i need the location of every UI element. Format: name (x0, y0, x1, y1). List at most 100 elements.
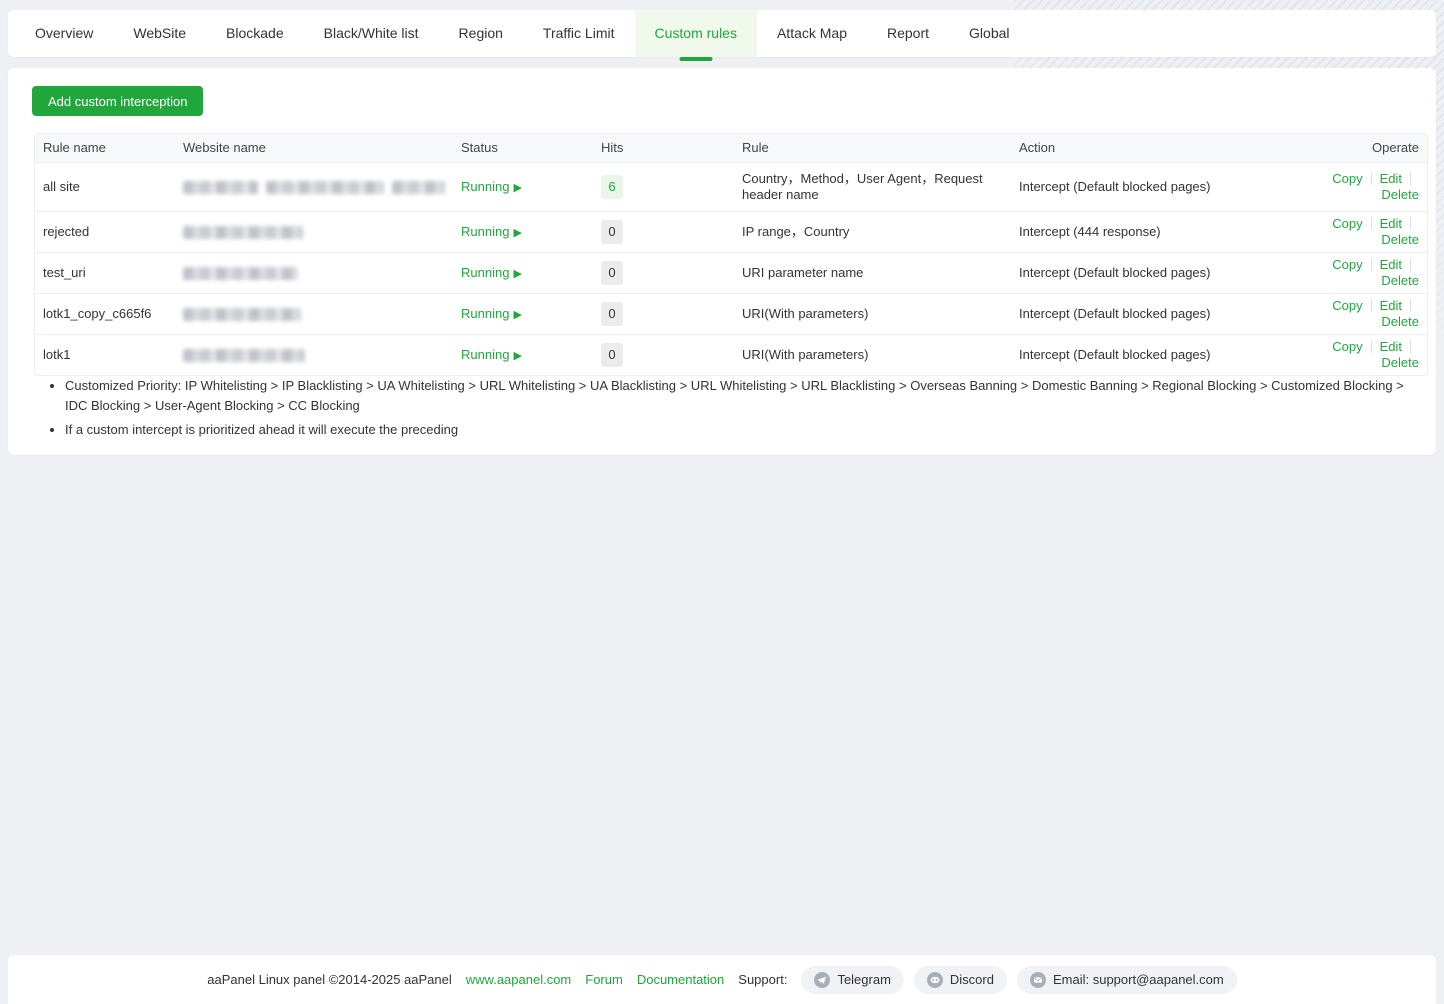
rule-name-cell: test_uri (35, 261, 175, 285)
priority-notes: Customized Priority: IP Whitelisting > I… (51, 376, 1411, 444)
footer-link-forum[interactable]: Forum (585, 972, 623, 987)
email-icon (1030, 972, 1046, 988)
status-cell: Running ▶ (453, 302, 593, 327)
tab-report[interactable]: Report (867, 10, 949, 57)
copy-link[interactable]: Copy (1332, 216, 1362, 231)
status-cell: Running ▶ (453, 220, 593, 245)
discord-button[interactable]: Discord (914, 966, 1007, 994)
status-running-label[interactable]: Running (461, 306, 509, 321)
tab-website[interactable]: WebSite (113, 10, 206, 57)
hits-cell: 6 (593, 171, 734, 203)
website-name-redacted (183, 308, 445, 321)
copy-link[interactable]: Copy (1332, 171, 1362, 186)
operate-separator (1410, 172, 1411, 185)
copy-link[interactable]: Copy (1332, 339, 1362, 354)
status-cell: Running ▶ (453, 261, 593, 286)
website-name-redacted (183, 226, 445, 239)
column-header-operate: Operate (1301, 136, 1427, 160)
tab-custom-rules-label: Custom rules (655, 25, 737, 41)
play-icon[interactable]: ▶ (513, 227, 521, 239)
note-custom-intercept: If a custom intercept is prioritized ahe… (65, 420, 1411, 440)
action-cell: Intercept (Default blocked pages) (1011, 302, 1301, 326)
tab-custom-rules[interactable]: Custom rules (635, 10, 757, 57)
operate-separator (1371, 340, 1372, 353)
operate-cell: Copy EditDelete (1301, 212, 1427, 252)
website-name-redacted (183, 181, 445, 194)
action-cell: Intercept (444 response) (1011, 220, 1301, 244)
edit-link[interactable]: Edit (1380, 298, 1402, 313)
rule-name-cell: rejected (35, 220, 175, 244)
status-cell: Running ▶ (453, 175, 593, 200)
telegram-button[interactable]: Telegram (801, 966, 903, 994)
rules-table-header: Rule name Website name Status Hits Rule … (35, 134, 1427, 163)
action-cell: Intercept (Default blocked pages) (1011, 261, 1301, 285)
footer-link-website[interactable]: www.aapanel.com (466, 972, 572, 987)
play-icon[interactable]: ▶ (513, 309, 521, 321)
edit-link[interactable]: Edit (1380, 171, 1402, 186)
note-customized-priority: Customized Priority: IP Whitelisting > I… (65, 376, 1411, 416)
operate-separator (1371, 217, 1372, 230)
copy-link[interactable]: Copy (1332, 298, 1362, 313)
website-name-cell (175, 177, 453, 198)
discord-label: Discord (950, 972, 994, 987)
tab-attack-map[interactable]: Attack Map (757, 10, 867, 57)
table-row: lotk1_copy_c665f6 Running ▶ 0 URI(With pa… (35, 294, 1427, 335)
table-row: rejected Running ▶ 0 IP range，Country Int… (35, 212, 1427, 253)
delete-link[interactable]: Delete (1381, 273, 1419, 288)
website-name-redacted (183, 267, 445, 280)
edit-link[interactable]: Edit (1380, 257, 1402, 272)
rule-cell: URI(With parameters) (734, 302, 1011, 326)
delete-link[interactable]: Delete (1381, 232, 1419, 247)
website-name-redacted (183, 349, 445, 362)
rule-cell: IP range，Country (734, 220, 1011, 244)
operate-cell: Copy EditDelete (1301, 253, 1427, 293)
rule-cell: URI(With parameters) (734, 343, 1011, 367)
top-tab-bar: Overview WebSite Blockade Black/White li… (8, 10, 1436, 57)
hits-badge: 0 (601, 302, 623, 326)
operate-separator (1410, 340, 1411, 353)
delete-link[interactable]: Delete (1381, 314, 1419, 329)
status-running-label[interactable]: Running (461, 347, 509, 362)
column-header-website-name: Website name (175, 136, 453, 160)
table-row: lotk1 Running▶ 0 URI(With parameters) In… (35, 335, 1427, 375)
delete-link[interactable]: Delete (1381, 355, 1419, 370)
status-running-label[interactable]: Running (461, 179, 509, 194)
add-custom-interception-button[interactable]: Add custom interception (32, 86, 203, 116)
tab-global[interactable]: Global (949, 10, 1029, 57)
rules-table: Rule name Website name Status Hits Rule … (34, 133, 1428, 376)
website-name-cell (175, 263, 453, 284)
tab-region[interactable]: Region (439, 10, 523, 57)
footer-link-documentation[interactable]: Documentation (637, 972, 724, 987)
action-cell: Intercept (Default blocked pages) (1011, 343, 1301, 367)
status-running-label[interactable]: Running (461, 265, 509, 280)
play-icon[interactable]: ▶ (513, 268, 521, 280)
hits-badge: 0 (601, 343, 623, 367)
play-icon[interactable]: ▶ (513, 350, 521, 362)
edit-link[interactable]: Edit (1380, 216, 1402, 231)
table-row: all site Running▶ 6 Country，Method，User … (35, 163, 1427, 212)
operate-separator (1410, 217, 1411, 230)
custom-rules-panel: Add custom interception Rule name Websit… (8, 68, 1436, 455)
copy-link[interactable]: Copy (1332, 257, 1362, 272)
column-header-rule-name: Rule name (35, 136, 175, 160)
tab-traffic-limit[interactable]: Traffic Limit (523, 10, 635, 57)
hits-badge: 0 (601, 220, 623, 244)
column-header-rule: Rule (734, 136, 1011, 160)
status-running-label[interactable]: Running (461, 224, 509, 239)
edit-link[interactable]: Edit (1380, 339, 1402, 354)
hits-cell: 0 (593, 339, 734, 371)
operate-separator (1410, 299, 1411, 312)
play-icon[interactable]: ▶ (513, 182, 521, 194)
delete-link[interactable]: Delete (1381, 187, 1419, 202)
email-label: Email: support@aapanel.com (1053, 972, 1224, 987)
operate-separator (1371, 299, 1372, 312)
tab-blockade[interactable]: Blockade (206, 10, 304, 57)
column-header-action: Action (1011, 136, 1301, 160)
website-name-cell (175, 345, 453, 366)
operate-cell: Copy EditDelete (1301, 167, 1427, 207)
rule-cell: Country，Method，User Agent，Request header… (734, 167, 1011, 207)
email-button[interactable]: Email: support@aapanel.com (1017, 966, 1237, 994)
tab-black-white-list[interactable]: Black/White list (304, 10, 439, 57)
tab-overview[interactable]: Overview (15, 10, 113, 57)
rule-name-cell: lotk1_copy_c665f6 (35, 302, 175, 326)
